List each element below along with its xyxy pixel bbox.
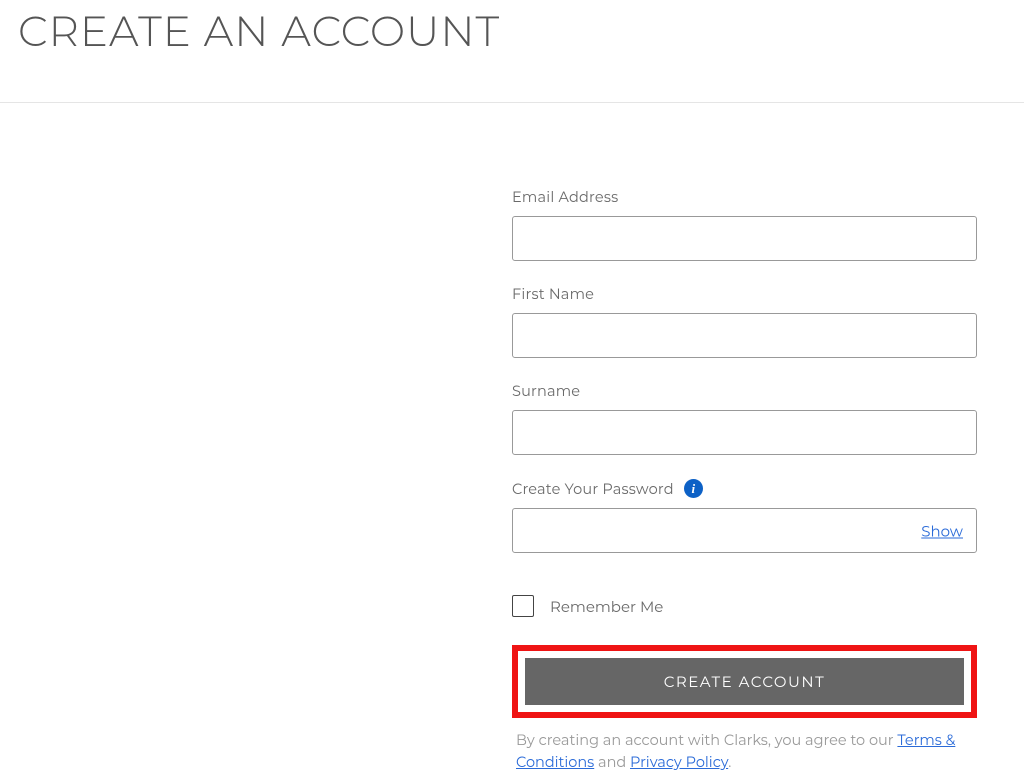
remember-me-checkbox[interactable] [512,595,534,617]
surname-field-group: Surname [512,382,977,455]
legal-suffix: . [728,753,731,771]
create-account-button[interactable]: CREATE ACCOUNT [525,658,964,705]
first-name-field-group: First Name [512,285,977,358]
surname-input[interactable] [512,410,977,455]
show-password-toggle[interactable]: Show [921,521,963,540]
first-name-label: First Name [512,285,977,303]
password-field-group: Create Your Password i Show [512,479,977,553]
legal-text: By creating an account with Clarks, you … [512,730,977,774]
remember-me-row: Remember Me [512,595,977,617]
email-field-group: Email Address [512,188,977,261]
password-input[interactable] [512,508,977,553]
privacy-policy-link[interactable]: Privacy Policy [630,753,728,771]
submit-highlight-box: CREATE ACCOUNT [512,645,977,718]
legal-prefix: By creating an account with Clarks, you … [516,731,897,749]
page-title: CREATE AN ACCOUNT [0,0,1024,102]
surname-label: Surname [512,382,977,400]
first-name-input[interactable] [512,313,977,358]
email-label: Email Address [512,188,977,206]
remember-me-label: Remember Me [550,597,663,616]
create-account-form: Email Address First Name Surname Create … [512,103,977,774]
password-label: Create Your Password [512,480,674,498]
legal-middle: and [594,753,630,771]
email-input[interactable] [512,216,977,261]
info-icon[interactable]: i [684,479,703,498]
